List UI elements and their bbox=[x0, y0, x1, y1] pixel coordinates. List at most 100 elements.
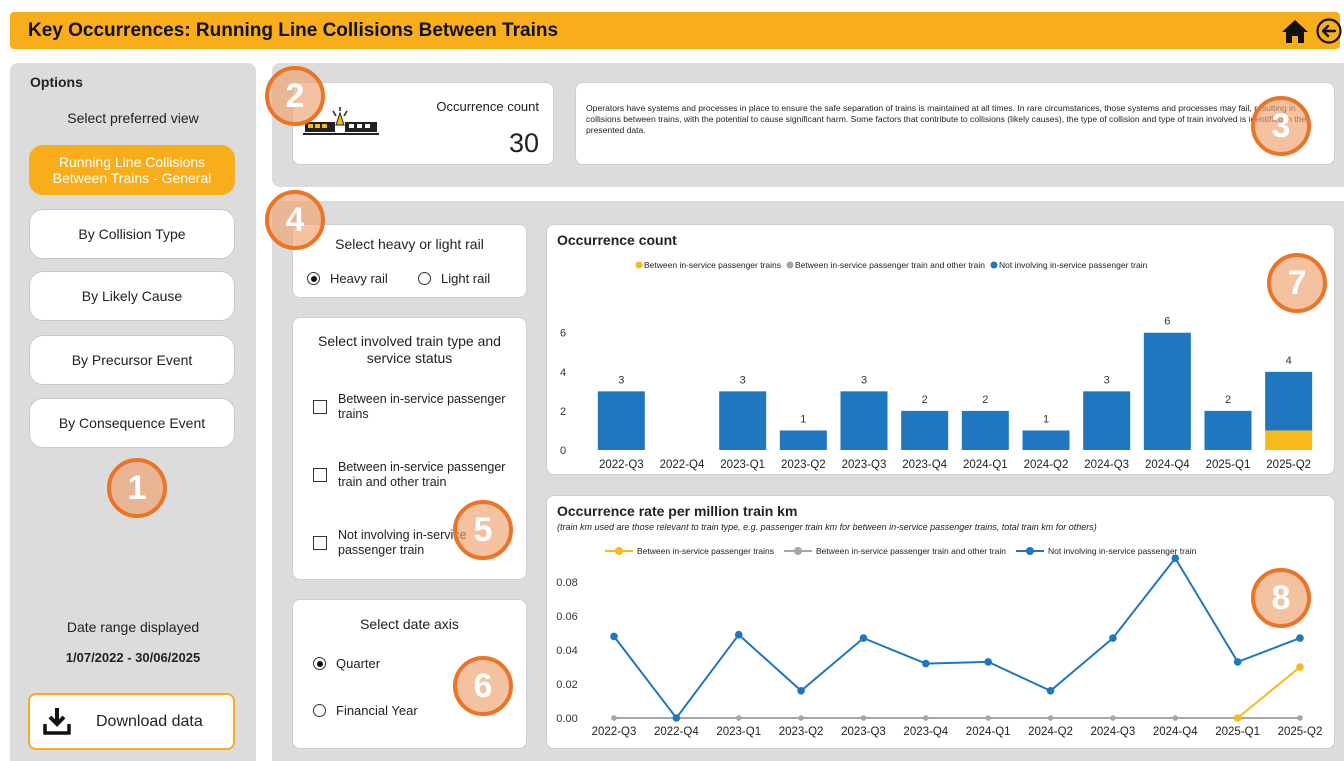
data-point bbox=[610, 632, 618, 641]
line-chart-title: Occurrence rate per million train km bbox=[557, 503, 798, 519]
bar bbox=[840, 391, 888, 450]
checkbox[interactable] bbox=[313, 468, 327, 482]
view-button-general[interactable]: Running Line Collisions Between Trains -… bbox=[29, 145, 235, 195]
x-tick-label: 2022-Q4 bbox=[654, 726, 699, 738]
data-point bbox=[734, 630, 743, 639]
data-point bbox=[1296, 634, 1304, 642]
bar-data-label: 6 bbox=[1164, 316, 1170, 328]
data-point bbox=[735, 715, 742, 721]
legend-marker bbox=[1025, 547, 1034, 555]
radio-heavy-rail[interactable]: Heavy rail bbox=[307, 271, 388, 286]
x-tick-label: 2024-Q1 bbox=[963, 459, 1008, 471]
data-point bbox=[1297, 715, 1303, 721]
checkbox-label: Between in-service passenger trains bbox=[338, 392, 506, 421]
radio-button[interactable] bbox=[418, 272, 431, 285]
checkbox[interactable] bbox=[313, 536, 327, 550]
annotation-badge-3: 3 bbox=[1251, 96, 1311, 156]
data-point bbox=[922, 659, 930, 668]
data-point bbox=[797, 687, 805, 695]
bar-data-label: 3 bbox=[618, 374, 624, 386]
bar bbox=[1022, 430, 1070, 450]
bar-data-label: 3 bbox=[740, 374, 746, 386]
x-tick-label: 2023-Q2 bbox=[779, 726, 824, 738]
back-arrow-icon[interactable] bbox=[1316, 18, 1342, 44]
x-tick-label: 2024-Q4 bbox=[1145, 459, 1190, 471]
data-point bbox=[1110, 715, 1116, 721]
legend-label: Between in-service passenger train and o… bbox=[816, 546, 1006, 556]
data-point bbox=[1233, 658, 1242, 666]
header-bar: Key Occurrences: Running Line Collisions… bbox=[10, 12, 1342, 49]
data-point bbox=[672, 714, 681, 722]
bar bbox=[1265, 430, 1313, 450]
date-range-label: Date range displayed bbox=[66, 619, 200, 635]
legend-label: Not involving in-service passenger train bbox=[1048, 546, 1197, 556]
download-label: Download data bbox=[96, 713, 203, 730]
view-button-likely-cause[interactable]: By Likely Cause bbox=[29, 271, 235, 321]
x-tick-label: 2024-Q2 bbox=[1028, 726, 1073, 738]
rail-type-title: Select heavy or light rail bbox=[335, 236, 484, 252]
bar-data-label: 2 bbox=[922, 394, 928, 406]
checkbox[interactable] bbox=[313, 400, 327, 414]
x-tick-label: 2025-Q2 bbox=[1266, 459, 1311, 471]
select-view-label: Select preferred view bbox=[67, 110, 199, 126]
data-point bbox=[1047, 715, 1054, 721]
x-tick-label: 2023-Q4 bbox=[902, 459, 947, 471]
radio-label: Heavy rail bbox=[330, 271, 388, 286]
radio-button[interactable] bbox=[313, 704, 326, 717]
x-tick-label: 2024-Q3 bbox=[1084, 459, 1129, 471]
options-sidebar: Options Select preferred view Running Li… bbox=[10, 63, 256, 761]
description-card: Operators have systems and processes in … bbox=[575, 82, 1335, 165]
x-tick-label: 2023-Q1 bbox=[720, 459, 765, 471]
x-tick-label: 2025-Q2 bbox=[1278, 726, 1323, 738]
occurrence-count-card: Occurrence count 30 bbox=[292, 82, 554, 165]
radio-label: Financial Year bbox=[336, 703, 418, 718]
x-tick-label: 2023-Q3 bbox=[842, 459, 887, 471]
line-chart-subtitle: (train km used are those relevant to tra… bbox=[557, 522, 1097, 532]
x-tick-label: 2025-Q1 bbox=[1206, 459, 1251, 471]
rail-type-card: Select heavy or light rail Heavy rail Li… bbox=[292, 224, 527, 298]
y-tick-label: 0.08 bbox=[556, 577, 577, 589]
y-tick-label: 6 bbox=[560, 328, 566, 340]
bar bbox=[597, 391, 645, 450]
view-button-collision-type[interactable]: By Collision Type bbox=[29, 209, 235, 259]
radio-quarter[interactable]: Quarter bbox=[313, 656, 380, 671]
bar-data-label: 4 bbox=[1286, 355, 1292, 367]
legend-marker bbox=[794, 547, 803, 555]
x-tick-label: 2023-Q2 bbox=[781, 459, 826, 471]
series-line bbox=[1237, 666, 1301, 719]
radio-button[interactable] bbox=[313, 657, 326, 670]
radio-light-rail[interactable]: Light rail bbox=[418, 271, 490, 286]
main-panel: Select heavy or light rail Heavy rail Li… bbox=[272, 201, 1344, 761]
occurrence-rate-chart-card: Occurrence rate per million train km (tr… bbox=[546, 495, 1335, 749]
data-point bbox=[1171, 554, 1180, 562]
bar bbox=[1143, 332, 1191, 450]
data-point bbox=[985, 715, 991, 721]
legend-marker bbox=[615, 547, 623, 555]
bar bbox=[719, 391, 767, 450]
x-tick-label: 2024-Q2 bbox=[1024, 459, 1069, 471]
bar bbox=[1204, 410, 1252, 450]
bar bbox=[901, 410, 949, 450]
x-tick-label: 2023-Q3 bbox=[841, 726, 886, 738]
data-point bbox=[984, 658, 992, 666]
annotation-badge-5: 5 bbox=[453, 500, 513, 560]
y-tick-label: 0 bbox=[560, 445, 566, 457]
view-button-precursor-event[interactable]: By Precursor Event bbox=[29, 335, 235, 385]
download-data-button[interactable]: Download data bbox=[28, 693, 235, 750]
legend-marker bbox=[635, 261, 643, 269]
bar-chart-title: Occurrence count bbox=[557, 232, 677, 248]
summary-panel: Occurrence count 30 Operators have syste… bbox=[272, 63, 1344, 187]
description-text: Operators have systems and processes in … bbox=[586, 103, 1307, 135]
annotation-badge-7: 7 bbox=[1267, 253, 1327, 313]
x-tick-label: 2024-Q1 bbox=[966, 726, 1011, 738]
data-point bbox=[1172, 715, 1179, 721]
date-axis-title: Select date axis bbox=[360, 616, 459, 632]
bar bbox=[1265, 371, 1313, 431]
radio-financial-year[interactable]: Financial Year bbox=[313, 703, 418, 718]
annotation-badge-6: 6 bbox=[453, 656, 513, 716]
view-button-consequence-event[interactable]: By Consequence Event bbox=[29, 398, 235, 448]
home-icon[interactable] bbox=[1281, 18, 1309, 44]
annotation-badge-2: 2 bbox=[265, 66, 325, 126]
data-point bbox=[923, 715, 929, 721]
radio-button[interactable] bbox=[307, 272, 320, 285]
